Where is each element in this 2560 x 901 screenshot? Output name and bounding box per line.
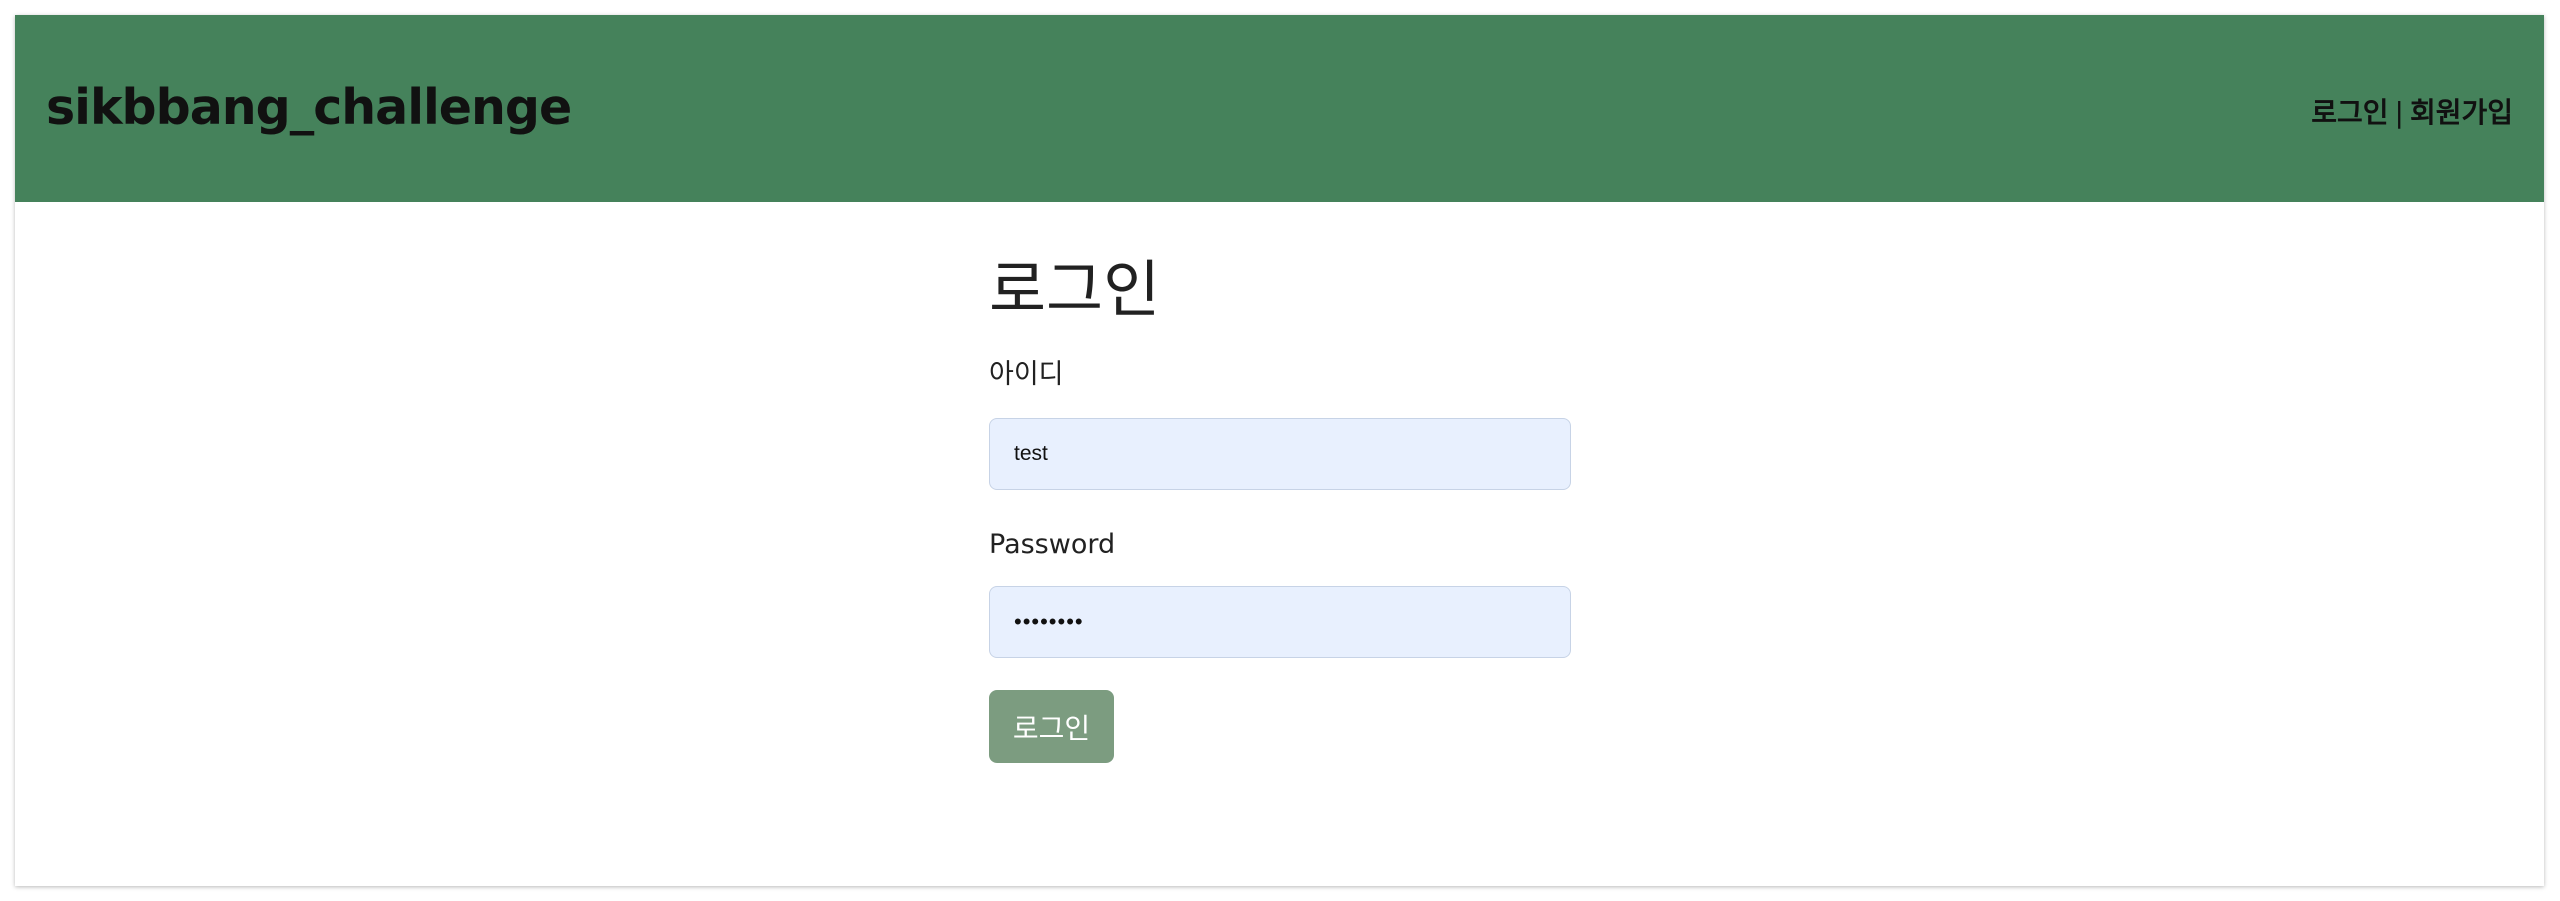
nav-signup-link[interactable]: 회원가입 — [2410, 96, 2513, 129]
id-input[interactable] — [989, 418, 1571, 490]
nav-separator: | — [2394, 96, 2404, 129]
nav-login-link[interactable]: 로그인 — [2311, 96, 2388, 129]
login-submit-button[interactable]: 로그인 — [989, 690, 1114, 763]
id-label: 아이디 — [989, 359, 1064, 390]
page-frame: sikbbang_challenge 로그인|회원가입 로그인 아이디 Pass… — [15, 15, 2544, 886]
password-input[interactable] — [989, 586, 1571, 658]
page-title: 로그인 — [989, 253, 1161, 326]
login-form: 로그인 아이디 Password 로그인 — [989, 250, 1589, 763]
site-logo-text[interactable]: sikbbang_challenge — [46, 78, 572, 138]
password-label: Password — [989, 529, 1116, 560]
top-header: sikbbang_challenge 로그인 | 회원가입 — [15, 15, 2544, 202]
header-nav: 로그인 | 회원가입 — [2311, 95, 2513, 131]
